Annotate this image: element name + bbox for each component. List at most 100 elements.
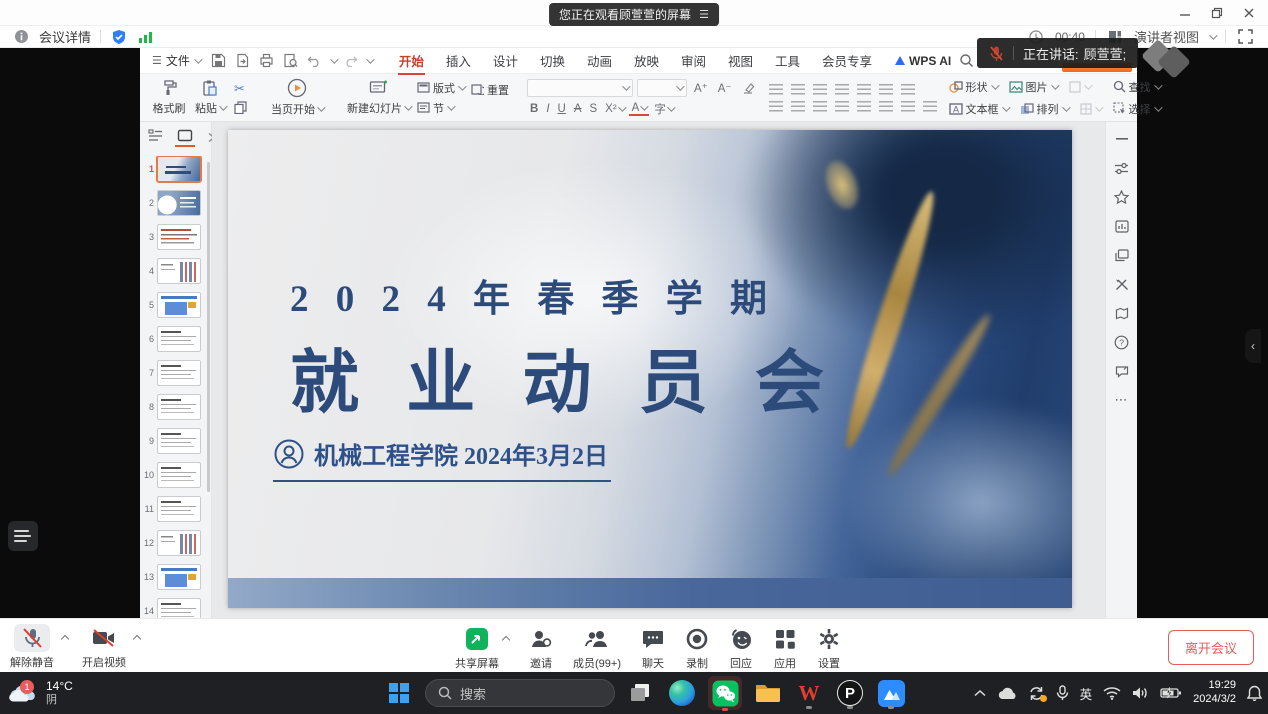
tab-design[interactable]: 设计 <box>482 47 529 74</box>
slide-thumbnail-2[interactable] <box>157 190 201 216</box>
slide-thumbnail-8[interactable] <box>157 394 201 420</box>
slide-thumbnail-6[interactable] <box>157 326 201 352</box>
slide-thumbnail-11[interactable] <box>157 496 201 522</box>
slide-canvas[interactable]: 2 0 2 4 年 春 季 学 期 就 业 动 员 会 机械工程学院 2024年… <box>228 130 1072 608</box>
tab-insert[interactable]: 插入 <box>435 47 482 74</box>
layers-icon[interactable] <box>1113 246 1131 264</box>
slide-thumbnail-7[interactable] <box>157 360 201 386</box>
font-family-select[interactable] <box>527 79 633 97</box>
tab-animation[interactable]: 动画 <box>576 47 623 74</box>
taskbar-clock[interactable]: 19:29 2024/3/2 <box>1193 679 1236 707</box>
arrange-button[interactable]: 排列 <box>1020 101 1068 117</box>
wps-ai-button[interactable]: WPS AI <box>895 54 951 68</box>
distribute-icon[interactable] <box>857 101 871 112</box>
save-icon[interactable] <box>210 52 228 70</box>
align-justify-icon[interactable] <box>835 101 849 112</box>
tencent-meeting-icon[interactable] <box>876 678 906 708</box>
wifi-icon[interactable] <box>1103 686 1121 700</box>
shadow-button[interactable]: S <box>587 103 601 115</box>
restore-button[interactable] <box>1206 4 1228 22</box>
cut-button[interactable]: ✂ <box>234 81 247 97</box>
export-icon[interactable] <box>234 52 252 70</box>
apps-button[interactable]: 应用 <box>773 625 797 671</box>
decrease-font-button[interactable]: A⁻ <box>715 81 735 95</box>
record-button[interactable]: 录制 <box>685 625 709 671</box>
members-button[interactable]: 成员(99+) <box>573 625 621 671</box>
slide-view-tab[interactable] <box>177 129 193 145</box>
settings-button[interactable]: 设置 <box>817 625 841 671</box>
slide-subtitle[interactable]: 机械工程学院 2024年3月2日 <box>274 436 608 471</box>
watching-banner[interactable]: 您正在观看顾萱萱的屏幕 ☰ <box>549 3 719 26</box>
onedrive-icon[interactable] <box>997 686 1017 700</box>
print-preview-icon[interactable] <box>282 52 300 70</box>
outline-view-tab[interactable] <box>148 129 163 145</box>
tab-view[interactable]: 视图 <box>717 47 764 74</box>
indent-decrease-icon[interactable] <box>813 84 827 95</box>
share-options-chevron[interactable] <box>502 636 510 644</box>
reset-button[interactable]: 重置 <box>471 82 509 98</box>
tray-expand-chevron[interactable] <box>974 689 986 697</box>
format-painter-button[interactable]: 格式刷 <box>152 79 186 116</box>
paragraph-layout-icon[interactable] <box>901 84 915 95</box>
audio-options-chevron[interactable] <box>61 635 69 643</box>
superscript-button[interactable]: X² <box>602 103 627 115</box>
slide-thumbnail-5[interactable] <box>157 292 201 318</box>
slide-thumbnail-10[interactable] <box>157 462 201 488</box>
indent-increase-icon[interactable] <box>835 84 849 95</box>
numbered-list-icon[interactable] <box>791 84 805 95</box>
slide-thumbnail-9[interactable] <box>157 428 201 454</box>
tab-tools[interactable]: 工具 <box>764 47 811 74</box>
floating-list-button[interactable] <box>8 521 38 551</box>
favorites-star-icon[interactable] <box>1113 188 1131 206</box>
redo-menu-chevron[interactable] <box>366 55 374 63</box>
undo-icon[interactable] <box>306 52 324 70</box>
wps-office-icon[interactable]: W <box>794 678 824 708</box>
find-button[interactable]: 查找 <box>1113 79 1160 95</box>
tab-slideshow[interactable]: 放映 <box>623 47 670 74</box>
select-button[interactable]: 选择 <box>1113 101 1160 117</box>
strike-button[interactable]: A <box>571 103 585 115</box>
line-height-icon[interactable] <box>901 101 915 112</box>
minimize-button[interactable] <box>1174 4 1196 22</box>
increase-font-button[interactable]: A⁺ <box>691 81 711 95</box>
task-view-icon[interactable] <box>626 678 656 708</box>
align-right-icon[interactable] <box>813 101 827 112</box>
p-app-icon[interactable]: P <box>835 678 865 708</box>
security-shield-icon[interactable] <box>110 28 128 46</box>
tab-transition[interactable]: 切换 <box>529 47 576 74</box>
thumbnail-scrollbar[interactable] <box>207 162 210 492</box>
search-icon[interactable] <box>957 52 975 70</box>
share-screen-button[interactable]: 共享屏幕 <box>455 625 499 671</box>
unmute-button[interactable]: 解除静音 <box>10 624 54 670</box>
sidebar-collapse-handle[interactable]: ‹ <box>1245 329 1261 363</box>
wechat-icon[interactable] <box>708 676 742 710</box>
layout-button[interactable]: 版式 <box>417 80 464 96</box>
more-icon[interactable]: ⋯ <box>1113 391 1131 409</box>
weather-widget[interactable]: 1 14°C 阴 <box>0 679 73 708</box>
banner-menu-icon[interactable]: ☰ <box>699 8 709 21</box>
columns-icon[interactable] <box>879 101 893 112</box>
new-slide-button[interactable]: 新建幻灯片 <box>347 79 410 116</box>
meeting-details-label[interactable]: 会议详情 <box>39 27 91 46</box>
clear-format-button[interactable] <box>739 82 757 94</box>
battery-icon[interactable] <box>1160 687 1182 699</box>
file-menu[interactable]: ☰ 文件 <box>148 50 204 71</box>
print-icon[interactable] <box>258 52 276 70</box>
slide-thumbnail-14[interactable] <box>157 598 201 618</box>
underline-button[interactable]: U <box>555 103 569 115</box>
paragraph-settings-icon[interactable] <box>923 101 937 112</box>
slide-thumbnail-3[interactable] <box>157 224 201 250</box>
start-video-button[interactable]: 开启视频 <box>82 624 126 670</box>
collapse-rail-icon[interactable] <box>1113 130 1131 148</box>
section-button[interactable]: 节 <box>417 100 464 116</box>
align-center-icon[interactable] <box>791 101 805 112</box>
tools-icon[interactable] <box>1113 275 1131 293</box>
play-from-current-button[interactable]: 当页开始 <box>271 78 323 117</box>
invite-button[interactable]: 邀请 <box>529 625 553 671</box>
bold-button[interactable]: B <box>527 103 541 115</box>
char-spacing-button[interactable]: 字 <box>651 101 676 117</box>
font-size-select[interactable] <box>637 79 687 97</box>
fullscreen-icon[interactable] <box>1236 28 1254 46</box>
undo-menu-chevron[interactable] <box>330 55 338 63</box>
edge-browser-icon[interactable] <box>667 678 697 708</box>
